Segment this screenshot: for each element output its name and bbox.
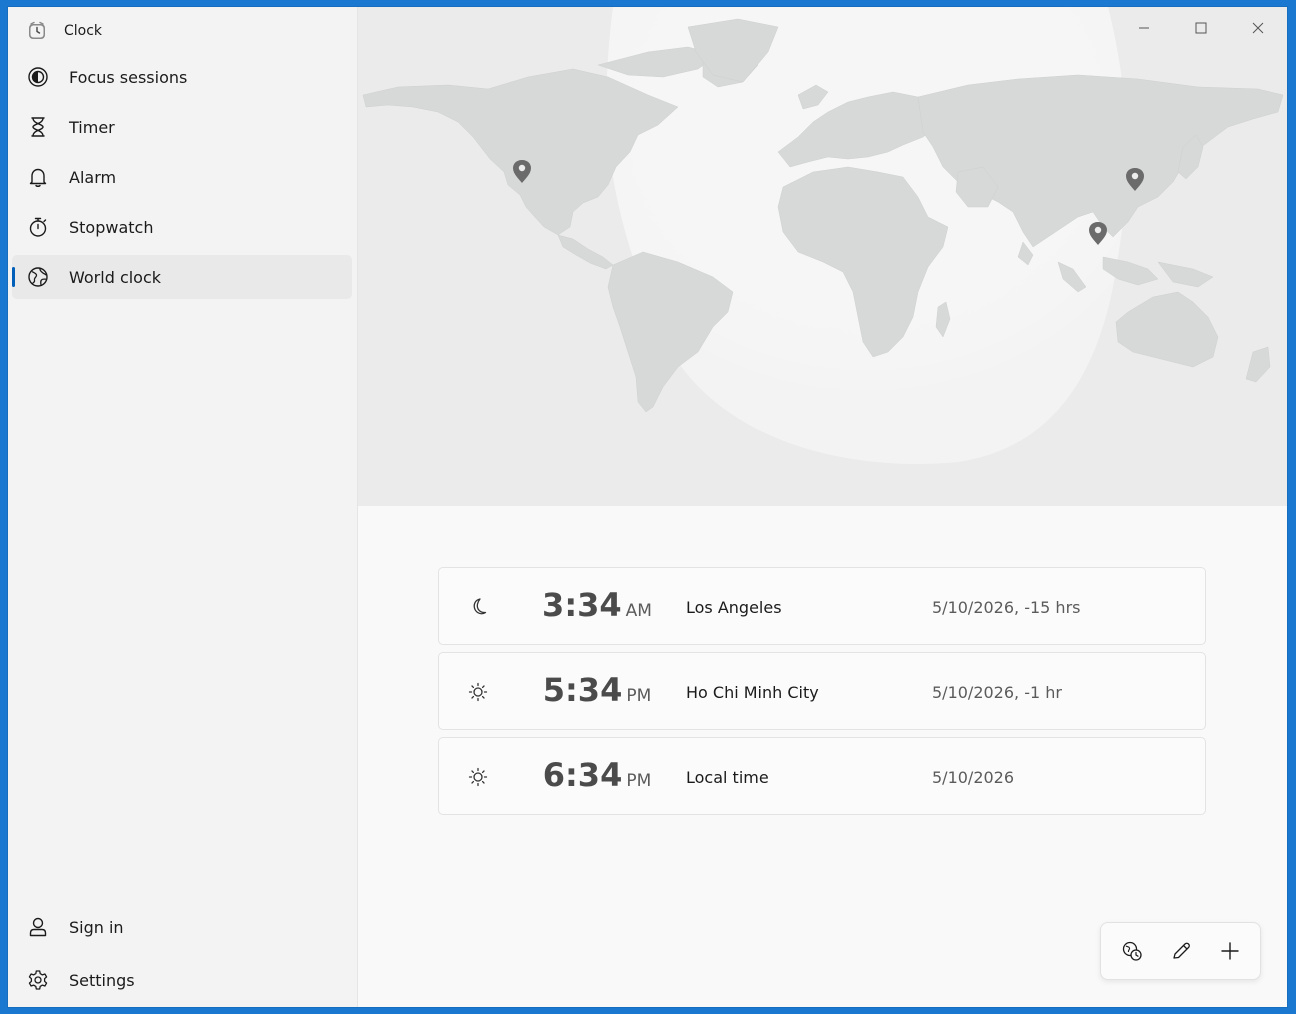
sidebar-item-label: Timer: [69, 117, 115, 137]
add-city-button[interactable]: [1210, 931, 1250, 971]
minimize-button[interactable]: [1116, 7, 1172, 49]
compare-times-button[interactable]: [1112, 931, 1152, 971]
sidebar-item-sign-in[interactable]: Sign in: [12, 905, 352, 949]
bell-icon: [27, 166, 49, 188]
clock-app-icon: [26, 20, 48, 42]
city-name: Los Angeles: [686, 598, 782, 617]
sidebar: Clock Focus sessions Timer Alarm Stopwat…: [8, 7, 358, 1007]
sidebar-item-label: Alarm: [69, 167, 117, 187]
maximize-button[interactable]: [1173, 7, 1229, 49]
maximize-icon: [1195, 22, 1207, 34]
date-offset: 5/10/2026: [932, 768, 1015, 787]
sidebar-item-timer[interactable]: Timer: [12, 105, 352, 149]
sidebar-item-label: Settings: [69, 970, 135, 990]
sidebar-item-label: Sign in: [69, 917, 124, 937]
sidebar-item-label: Stopwatch: [69, 217, 154, 237]
sidebar-item-settings[interactable]: Settings: [12, 958, 352, 1002]
city-name: Local time: [686, 768, 769, 787]
minimize-icon: [1139, 27, 1149, 29]
compare-clock-icon: [1122, 941, 1142, 961]
clock-period: PM: [626, 686, 652, 706]
clock-time: 6:34 PM: [537, 756, 657, 794]
city-name: Ho Chi Minh City: [686, 683, 819, 702]
nav-bottom: Sign in Settings: [12, 905, 352, 1007]
clock-period: PM: [626, 771, 652, 791]
nav-list: Focus sessions Timer Alarm Stopwatch Wor…: [12, 55, 352, 305]
sidebar-item-alarm[interactable]: Alarm: [12, 155, 352, 199]
pencil-icon: [1172, 942, 1190, 959]
main-content: 3:34 AM Los Angeles 5/10/2026, -15 hrs 5:…: [358, 7, 1287, 1007]
clock-period: AM: [625, 601, 652, 621]
focus-icon: [27, 66, 49, 88]
date-offset: 5/10/2026, -15 hrs: [932, 598, 1081, 617]
clock-time-value: 6:34: [542, 756, 623, 794]
sun-icon: [467, 681, 489, 703]
sidebar-item-stopwatch[interactable]: Stopwatch: [12, 205, 352, 249]
sidebar-item-world-clock[interactable]: World clock: [12, 255, 352, 299]
moon-icon: [467, 596, 489, 618]
hourglass-icon: [27, 116, 49, 138]
date-offset: 5/10/2026, -1 hr: [932, 683, 1062, 702]
world-clock-card-los-angeles[interactable]: 3:34 AM Los Angeles 5/10/2026, -15 hrs: [438, 567, 1206, 645]
world-clock-list: 3:34 AM Los Angeles 5/10/2026, -15 hrs 5:…: [438, 567, 1206, 822]
clock-time: 3:34 AM: [537, 586, 657, 624]
person-icon: [27, 916, 49, 938]
stopwatch-icon: [27, 216, 49, 238]
clock-time-value: 3:34: [542, 586, 622, 624]
sidebar-item-label: Focus sessions: [69, 67, 188, 87]
world-map: [358, 7, 1287, 506]
sidebar-item-focus-sessions[interactable]: Focus sessions: [12, 55, 352, 99]
world-clock-card-ho-chi-minh-city[interactable]: 5:34 PM Ho Chi Minh City 5/10/2026, -1 hr: [438, 652, 1206, 730]
app-title-bar: Clock: [26, 19, 102, 43]
clock-window: Clock Focus sessions Timer Alarm Stopwat…: [8, 7, 1287, 1007]
world-clock-toolbar: [1100, 922, 1261, 980]
gear-icon: [27, 969, 49, 991]
clock-time: 5:34 PM: [537, 671, 657, 709]
app-title: Clock: [64, 23, 103, 39]
world-map-graphic: [358, 7, 1287, 506]
world-clock-card-local-time[interactable]: 6:34 PM Local time 5/10/2026: [438, 737, 1206, 815]
plus-icon: [1220, 942, 1239, 960]
close-button[interactable]: [1230, 7, 1286, 49]
globe-icon: [27, 266, 49, 288]
close-icon: [1252, 22, 1264, 34]
sun-icon: [467, 766, 489, 788]
clock-time-value: 5:34: [542, 671, 623, 709]
sidebar-item-label: World clock: [69, 267, 162, 287]
edit-button[interactable]: [1161, 931, 1201, 971]
